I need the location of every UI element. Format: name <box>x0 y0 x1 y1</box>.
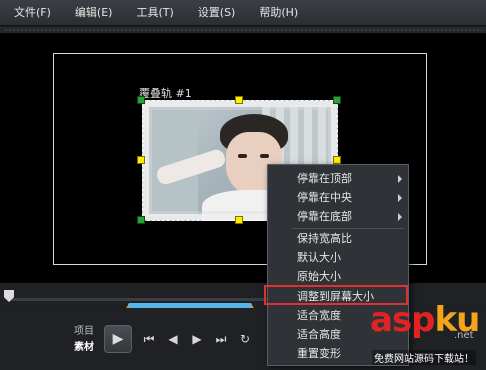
menu-item-label: 停靠在底部 <box>297 210 352 223</box>
clip-eye-right <box>260 154 269 158</box>
mode-project[interactable]: 项目 <box>74 322 94 337</box>
menu-item-dock-center[interactable]: 停靠在中央 <box>268 188 408 207</box>
next-frame-icon: ▶ <box>192 332 202 346</box>
play-icon: ▶ <box>112 331 124 347</box>
repeat-button[interactable]: ↻ <box>236 330 254 348</box>
go-start-icon: ⏮ <box>143 331 155 346</box>
menu-file[interactable]: 文件(F) <box>6 0 59 26</box>
clip-background-left <box>148 106 198 216</box>
watermark-suffix: .net <box>454 330 474 341</box>
overlay-track-label: 覆叠轨 #1 <box>139 87 192 100</box>
menu-edit[interactable]: 编辑(E) <box>67 0 121 26</box>
watermark-tagline: 免费网站源码下载站！ <box>372 350 476 365</box>
clip-arm <box>154 147 228 187</box>
resize-handle-top[interactable] <box>235 96 243 104</box>
resize-handle-bottom[interactable] <box>235 216 243 224</box>
submenu-arrow-icon <box>398 175 402 183</box>
menu-item-label: 保持宽高比 <box>297 232 352 245</box>
mode-clip[interactable]: 素材 <box>74 338 94 353</box>
menu-item-dock-bottom[interactable]: 停靠在底部 <box>268 207 408 226</box>
clip-eye-left <box>238 154 247 158</box>
resize-handle-bottom-left[interactable] <box>137 216 145 224</box>
scrub-track[interactable] <box>10 298 270 301</box>
menu-item-label: 停靠在顶部 <box>297 172 352 185</box>
prev-frame-icon: ◀ <box>168 332 178 346</box>
resize-handle-top-left[interactable] <box>137 96 145 104</box>
menu-settings[interactable]: 设置(S) <box>190 0 244 26</box>
submenu-arrow-icon <box>398 194 402 202</box>
menu-item-label: 调整到屏幕大小 <box>297 290 374 303</box>
go-start-button[interactable]: ⏮ <box>140 330 158 348</box>
menu-item-label: 默认大小 <box>297 251 341 264</box>
resize-handle-right[interactable] <box>333 156 341 164</box>
submenu-arrow-icon <box>398 213 402 221</box>
menu-tools[interactable]: 工具(T) <box>128 0 181 26</box>
menu-item-original-size[interactable]: 原始大小 <box>268 267 408 286</box>
menu-help[interactable]: 帮助(H) <box>251 0 306 26</box>
menu-item-default-size[interactable]: 默认大小 <box>268 248 408 267</box>
repeat-icon: ↻ <box>239 332 251 346</box>
menu-item-label: 停靠在中央 <box>297 191 352 204</box>
watermark-brand-a: asp <box>370 300 436 340</box>
menu-item-dock-top[interactable]: 停靠在顶部 <box>268 169 408 188</box>
menu-item-label: 原始大小 <box>297 270 341 283</box>
menu-item-label: 适合高度 <box>297 328 341 341</box>
prev-frame-button[interactable]: ◀ <box>164 330 182 348</box>
resize-handle-top-right[interactable] <box>333 96 341 104</box>
menu-item-label: 适合宽度 <box>297 309 341 322</box>
menu-item-keep-aspect[interactable]: 保持宽高比 <box>268 229 408 248</box>
menu-item-label: 重置变形 <box>297 347 341 360</box>
next-frame-button[interactable]: ▶ <box>188 330 206 348</box>
menu-bar: 文件(F) 编辑(E) 工具(T) 设置(S) 帮助(H) <box>0 0 486 26</box>
clip-hair <box>220 114 288 154</box>
go-end-button[interactable]: ⏭ <box>212 330 230 348</box>
resize-handle-left[interactable] <box>137 156 145 164</box>
play-button[interactable]: ▶ <box>104 325 132 353</box>
go-end-icon: ⏭ <box>215 331 227 346</box>
